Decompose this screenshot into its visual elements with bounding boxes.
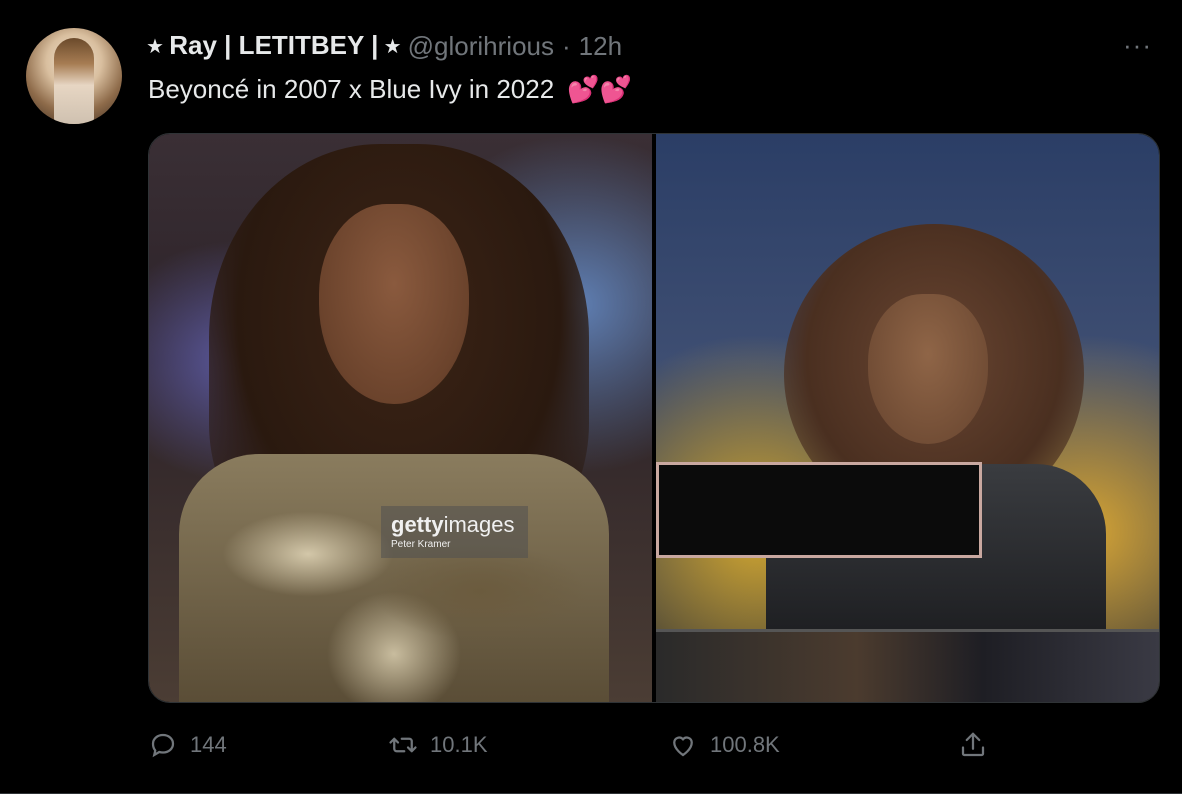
user-avatar[interactable]	[26, 28, 122, 124]
getty-images-watermark: gettyimages Peter Kramer	[381, 506, 529, 558]
watermark-credit: Peter Kramer	[391, 539, 451, 550]
photo-left-camo-top	[179, 454, 609, 702]
like-button[interactable]: 100.8K	[668, 730, 780, 760]
watermark-brand: gettyimages	[391, 512, 514, 538]
tweet-actions-bar: 144 10.1K 100.8K	[148, 730, 1160, 770]
more-options-button[interactable]: ···	[1123, 30, 1152, 61]
user-handle[interactable]: @glorihrious	[408, 31, 554, 62]
tweet-text-body: Beyoncé in 2007 x Blue Ivy in 2022	[148, 74, 555, 104]
reply-count: 144	[190, 732, 227, 757]
photo-right-face	[868, 294, 988, 444]
two-hearts-emoji: 💕💕	[567, 74, 633, 104]
share-icon	[961, 732, 985, 757]
tweet-header: ⭑ Ray | LETITBEY | ⭑ @glorihrious · 12h	[148, 30, 622, 62]
heart-icon	[673, 736, 693, 757]
avatar-figure	[54, 38, 94, 124]
retweet-button[interactable]: 10.1K	[388, 730, 488, 760]
media-photo-right[interactable]	[656, 134, 1159, 702]
retweet-icon	[389, 737, 417, 753]
like-count: 100.8K	[710, 732, 780, 757]
retweet-count: 10.1K	[430, 732, 488, 757]
tweet-card[interactable]: ⭑ Ray | LETITBEY | ⭑ @glorihrious · 12h …	[0, 0, 1182, 794]
tweet-timestamp[interactable]: 12h	[579, 31, 622, 62]
photo-right-screen-panel	[656, 462, 982, 558]
reply-icon	[151, 733, 175, 758]
display-name[interactable]: ⭑ Ray | LETITBEY | ⭑	[148, 30, 400, 62]
photo-left-face	[319, 204, 469, 404]
tweet-media[interactable]: gettyimages Peter Kramer	[148, 133, 1160, 703]
photo-right-scoreboard	[656, 629, 1159, 702]
share-button[interactable]	[958, 730, 988, 760]
watermark-brand-bold: getty	[391, 512, 444, 537]
reply-button[interactable]: 144	[148, 730, 227, 760]
separator-dot: ·	[562, 30, 571, 61]
media-photo-left[interactable]: gettyimages Peter Kramer	[149, 134, 652, 702]
tweet-text: Beyoncé in 2007 x Blue Ivy in 2022 💕💕	[148, 74, 632, 105]
watermark-brand-suffix: images	[443, 512, 515, 537]
